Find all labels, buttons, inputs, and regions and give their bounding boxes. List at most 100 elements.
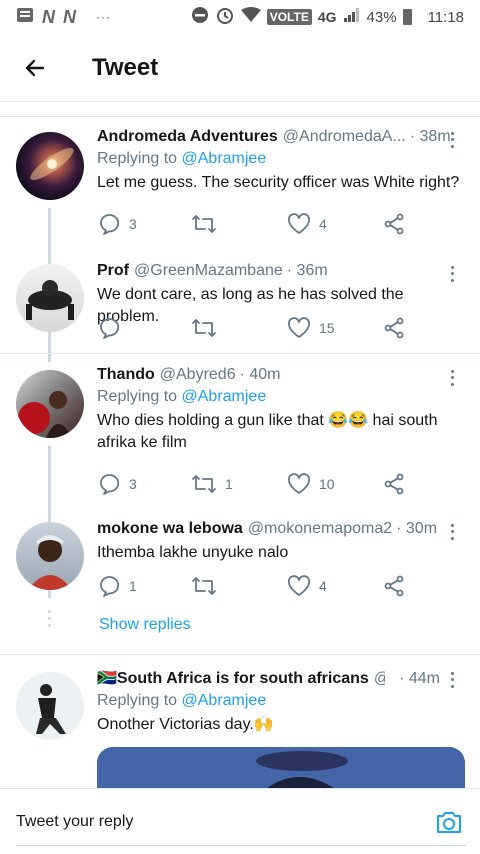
retweet-button[interactable]: 1 xyxy=(191,473,233,495)
avatar[interactable] xyxy=(16,672,84,740)
show-replies-link[interactable]: Show replies xyxy=(99,616,191,634)
tweet-text: Ithemba lakhe unyuke nalo xyxy=(97,544,289,561)
wifi-icon xyxy=(240,7,261,27)
like-count: 15 xyxy=(319,320,335,336)
news-app-icon: N xyxy=(42,6,55,27)
like-button[interactable]: 10 xyxy=(287,473,335,495)
replying-prefix: Replying to xyxy=(97,388,178,405)
reply-button[interactable]: 3 xyxy=(99,213,137,235)
user-handle[interactable]: @... xyxy=(374,670,385,688)
user-handle[interactable]: @AndromedaA... xyxy=(283,128,406,146)
like-button[interactable]: 4 xyxy=(287,575,327,597)
battery-icon xyxy=(402,9,412,25)
share-icon xyxy=(384,317,404,339)
retweet-button[interactable] xyxy=(191,575,225,597)
timestamp: · 38m xyxy=(409,128,451,145)
retweet-count: 1 xyxy=(225,476,233,492)
more-notifications-icon: ··· xyxy=(96,10,111,24)
more-options-icon[interactable] xyxy=(446,670,458,690)
camera-icon xyxy=(437,811,461,833)
share-button[interactable] xyxy=(383,213,405,235)
tweet-actions: 15 xyxy=(97,316,417,340)
heart-icon xyxy=(287,213,311,234)
more-options-icon[interactable] xyxy=(446,264,458,284)
heart-icon xyxy=(287,473,311,494)
retweet-icon xyxy=(192,215,216,233)
tweet-text: Onother Victorias day.🙌 xyxy=(97,716,274,733)
timestamp: · 44m xyxy=(399,670,440,687)
clock: 11:18 xyxy=(427,8,464,26)
back-arrow-icon xyxy=(25,59,45,76)
user-name[interactable]: Andromeda Adventures xyxy=(97,128,278,146)
reply-icon xyxy=(100,576,120,597)
more-options-icon[interactable] xyxy=(446,522,458,542)
like-button[interactable]: 15 xyxy=(287,317,335,339)
user-name[interactable]: Prof xyxy=(97,262,129,280)
reply-underline xyxy=(16,845,466,846)
retweet-icon xyxy=(192,577,216,595)
notification-icons: N N ··· xyxy=(16,7,111,28)
share-button[interactable] xyxy=(383,575,405,597)
heart-icon xyxy=(287,317,311,338)
retweet-button[interactable] xyxy=(191,213,225,235)
reply-button[interactable]: 3 xyxy=(99,473,137,495)
avatar[interactable] xyxy=(16,370,84,438)
replies-feed[interactable]: Andromeda Adventures @AndromedaA... · 38… xyxy=(0,102,480,788)
reply-input[interactable]: Tweet your reply xyxy=(16,813,434,831)
alarm-icon xyxy=(215,5,235,29)
user-name[interactable]: Thando xyxy=(97,366,155,384)
thread-dot xyxy=(48,610,51,613)
user-name[interactable]: mokone wa lebowa xyxy=(97,520,243,538)
status-bar: N N ··· VOLTE 4G 43% 11:18 xyxy=(0,0,480,34)
share-button[interactable] xyxy=(383,473,405,495)
reply-button[interactable] xyxy=(99,317,129,339)
share-icon xyxy=(384,575,404,597)
news-app-icon-2: N xyxy=(63,6,76,27)
reply-bar: Tweet your reply xyxy=(0,788,480,854)
like-count: 10 xyxy=(319,476,335,492)
timestamp: · 40m xyxy=(239,366,281,383)
share-icon xyxy=(384,213,404,235)
tweet-text: Who dies holding a gun like that 😂😂 hai … xyxy=(97,412,438,451)
avatar[interactable] xyxy=(16,264,84,332)
reply-icon xyxy=(100,318,120,339)
user-handle[interactable]: @Abyred6 xyxy=(160,366,236,384)
replying-to: Replying to @Abramjee xyxy=(97,692,466,710)
user-handle[interactable]: @GreenMazambane xyxy=(134,262,283,280)
reply-count: 3 xyxy=(129,476,137,492)
reply-count: 3 xyxy=(129,216,137,232)
divider xyxy=(0,116,480,117)
timestamp: · 30m xyxy=(396,520,438,537)
tweet-media-image[interactable] xyxy=(97,747,465,788)
timestamp: · 36m xyxy=(286,262,328,279)
more-options-icon[interactable] xyxy=(446,368,458,388)
reply-button[interactable]: 1 xyxy=(99,575,137,597)
retweet-button[interactable] xyxy=(191,317,225,339)
back-button[interactable] xyxy=(0,34,70,102)
tweet-actions: 1 4 xyxy=(97,574,417,598)
reply-count: 1 xyxy=(129,578,137,594)
tweet-text: Let me guess. The security officer was W… xyxy=(97,174,460,191)
user-handle[interactable]: @mokonemapoma2 xyxy=(248,520,392,538)
share-button[interactable] xyxy=(383,317,405,339)
replying-prefix: Replying to xyxy=(97,150,178,167)
heart-icon xyxy=(287,575,311,596)
network-type: 4G xyxy=(317,9,337,25)
mention-link[interactable]: @Abramjee xyxy=(182,150,267,167)
avatar[interactable] xyxy=(16,522,84,590)
retweet-icon xyxy=(192,475,216,493)
user-name[interactable]: 🇿🇦South Africa is for south africans xyxy=(97,668,369,688)
more-options-icon[interactable] xyxy=(446,130,458,150)
mention-link[interactable]: @Abramjee xyxy=(182,388,267,405)
mention-link[interactable]: @Abramjee xyxy=(182,692,267,709)
reply-icon xyxy=(100,474,120,495)
avatar[interactable] xyxy=(16,132,84,200)
like-count: 4 xyxy=(319,216,327,232)
divider xyxy=(0,654,480,655)
like-button[interactable]: 4 xyxy=(287,213,327,235)
replying-prefix: Replying to xyxy=(97,692,178,709)
app-bar: Tweet xyxy=(0,34,480,102)
thread-dot xyxy=(48,617,51,620)
camera-button[interactable] xyxy=(434,807,464,837)
tweet-actions: 3 4 xyxy=(97,212,417,236)
